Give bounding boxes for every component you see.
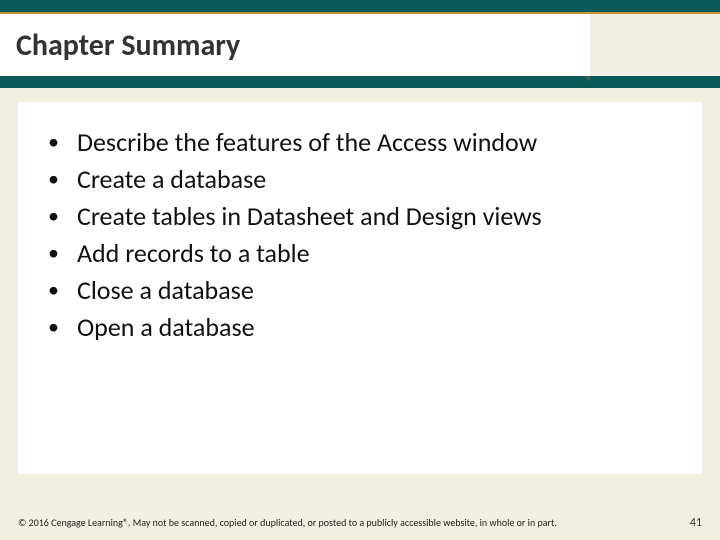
under-accent-bar	[0, 76, 720, 88]
page-title: Chapter Summary	[16, 27, 240, 64]
list-item-text: Create tables in Datasheet and Design vi…	[77, 198, 542, 235]
title-strip: Chapter Summary	[0, 14, 590, 76]
list-item: Create tables in Datasheet and Design vi…	[48, 198, 672, 235]
page-number: 41	[690, 516, 702, 530]
list-item-text: Close a database	[77, 272, 254, 309]
copyright-text: © 2016 Cengage Learning®. May not be sca…	[18, 516, 557, 529]
list-item-text: Create a database	[77, 161, 266, 198]
list-item-text: Open a database	[77, 309, 255, 346]
list-item: Close a database	[48, 272, 672, 309]
content-card: Describe the features of the Access wind…	[18, 102, 702, 474]
top-accent-bar	[0, 0, 720, 14]
list-item: Create a database	[48, 161, 672, 198]
list-item: Describe the features of the Access wind…	[48, 124, 672, 161]
footer: © 2016 Cengage Learning®. May not be sca…	[18, 516, 702, 530]
list-item: Open a database	[48, 309, 672, 346]
list-item-text: Add records to a table	[77, 235, 310, 272]
list-item-text: Describe the features of the Access wind…	[77, 124, 537, 161]
summary-list: Describe the features of the Access wind…	[48, 124, 672, 345]
list-item: Add records to a table	[48, 235, 672, 272]
